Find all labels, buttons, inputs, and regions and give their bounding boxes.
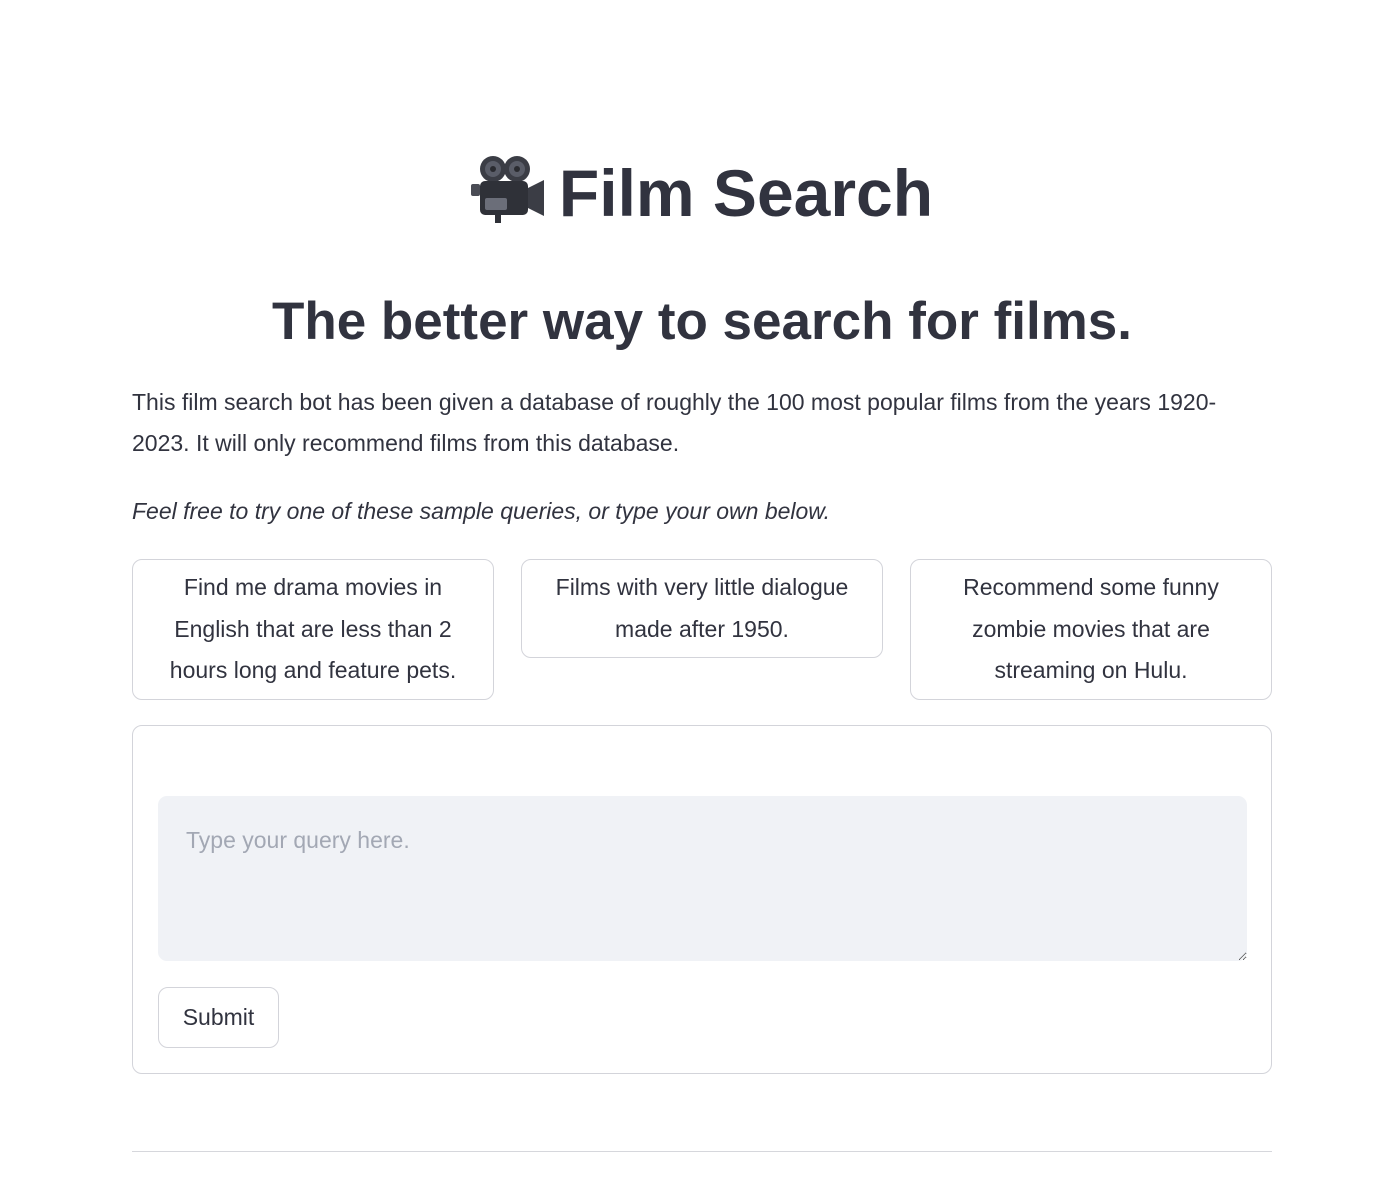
- intro-paragraph: This film search bot has been given a da…: [132, 389, 1217, 456]
- page-title: Film Search: [132, 148, 1272, 238]
- sample-query-button-zombie-hulu[interactable]: Recommend some funny zombie movies that …: [910, 559, 1272, 700]
- page-title-text: Film Search: [558, 156, 934, 230]
- query-textarea[interactable]: [158, 796, 1247, 961]
- sample-query-label: Films with very little dialogue made aft…: [555, 574, 849, 642]
- sample-query-label: Recommend some funny zombie movies that …: [963, 574, 1219, 683]
- query-form: Submit: [132, 725, 1272, 1074]
- divider: [132, 1151, 1272, 1152]
- sample-queries-hint: Feel free to try one of these sample que…: [132, 498, 831, 524]
- movie-camera-icon: [470, 156, 544, 223]
- sample-query-button-drama-pets[interactable]: Find me drama movies in English that are…: [132, 559, 494, 700]
- submit-button[interactable]: Submit: [158, 987, 279, 1048]
- page-subtitle: The better way to search for films.: [271, 292, 1132, 351]
- sample-query-button-little-dialogue[interactable]: Films with very little dialogue made aft…: [521, 559, 883, 658]
- sample-query-label: Find me drama movies in English that are…: [169, 574, 457, 683]
